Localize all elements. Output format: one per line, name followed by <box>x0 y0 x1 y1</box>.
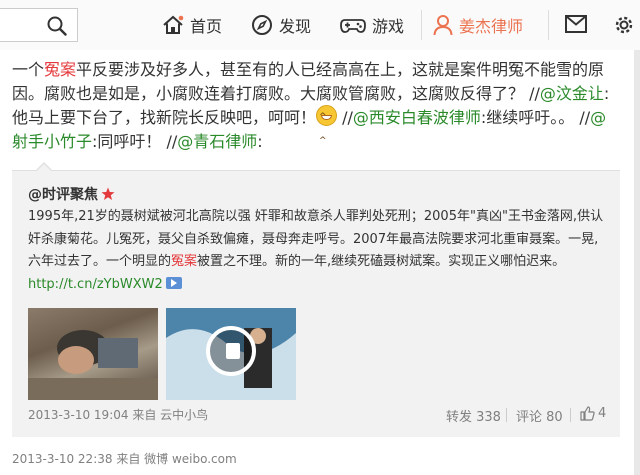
quoted-meta: 2013-3-10 19:04 来自 云中小鸟 <box>28 406 208 423</box>
top-nav-bar: 首页 发现 游戏 姜杰律师 <box>0 0 640 51</box>
user-icon <box>433 15 453 36</box>
photo-thumbnail[interactable] <box>28 308 158 400</box>
quoted-source: 来自 云中小鸟 <box>132 408 209 422</box>
nav-home[interactable]: 首页 <box>162 12 222 38</box>
nav-game[interactable]: 游戏 <box>340 12 404 38</box>
laugh-emoji-icon <box>316 105 338 153</box>
post-meta: 2013-3-10 22:38 来自 微博 weibo.com <box>12 452 237 466</box>
home-icon <box>163 15 184 34</box>
repost-button[interactable]: 转发 338 <box>446 406 501 425</box>
play-video-icon[interactable] <box>206 326 256 376</box>
mention-link[interactable]: @西安白春波律师 <box>353 108 481 127</box>
nav-user-profile[interactable]: 姜杰律师 <box>433 12 523 38</box>
scrollbar[interactable] <box>634 50 640 475</box>
quoted-time[interactable]: 2013-3-10 19:04 <box>28 408 129 422</box>
mention-link[interactable]: @青石律师 <box>177 132 257 151</box>
like-button[interactable]: 4 <box>580 406 606 421</box>
keyword-link[interactable]: 冤案 <box>171 254 197 269</box>
verified-badge-icon <box>101 187 115 200</box>
search-input[interactable] <box>0 8 78 42</box>
search-icon[interactable] <box>47 16 67 36</box>
video-icon[interactable] <box>165 276 182 289</box>
post-text: 一个冤案平反要涉及好多人，甚至有的人已经高高在上，这就是案件明冤不能雪的原因。腐… <box>12 58 612 153</box>
gamepad-icon <box>340 19 366 33</box>
divider <box>570 408 571 422</box>
quoted-author[interactable]: @时评聚焦 <box>28 184 115 204</box>
thumbs-up-icon <box>580 406 595 421</box>
nav-divider <box>421 10 422 40</box>
nav-home-label: 首页 <box>190 17 223 36</box>
comment-button[interactable]: 评论 80 <box>516 406 563 425</box>
nav-game-label: 游戏 <box>372 17 405 36</box>
quote-arrow-inner <box>37 164 51 171</box>
nav-discover-label: 发现 <box>279 17 312 36</box>
nav-discover[interactable]: 发现 <box>251 12 311 38</box>
video-link[interactable]: http://t.cn/zYbWXW2 <box>28 277 163 292</box>
mail-icon[interactable] <box>565 15 587 33</box>
quoted-text: 1995年,21岁的聂树斌被河北高院以强 奸罪和故意杀人罪判处死刑；2005年"… <box>28 209 604 292</box>
photo-thumbnail-art <box>28 330 158 400</box>
compass-icon <box>252 15 272 35</box>
mention-link[interactable]: @汶金让 <box>540 84 604 103</box>
like-count: 4 <box>598 406 607 421</box>
nav-user-label: 姜杰律师 <box>459 17 524 36</box>
divider <box>506 408 507 422</box>
keyword-link[interactable]: 冤案 <box>44 60 76 79</box>
gear-icon[interactable] <box>612 13 636 37</box>
nav-divider <box>548 10 549 40</box>
